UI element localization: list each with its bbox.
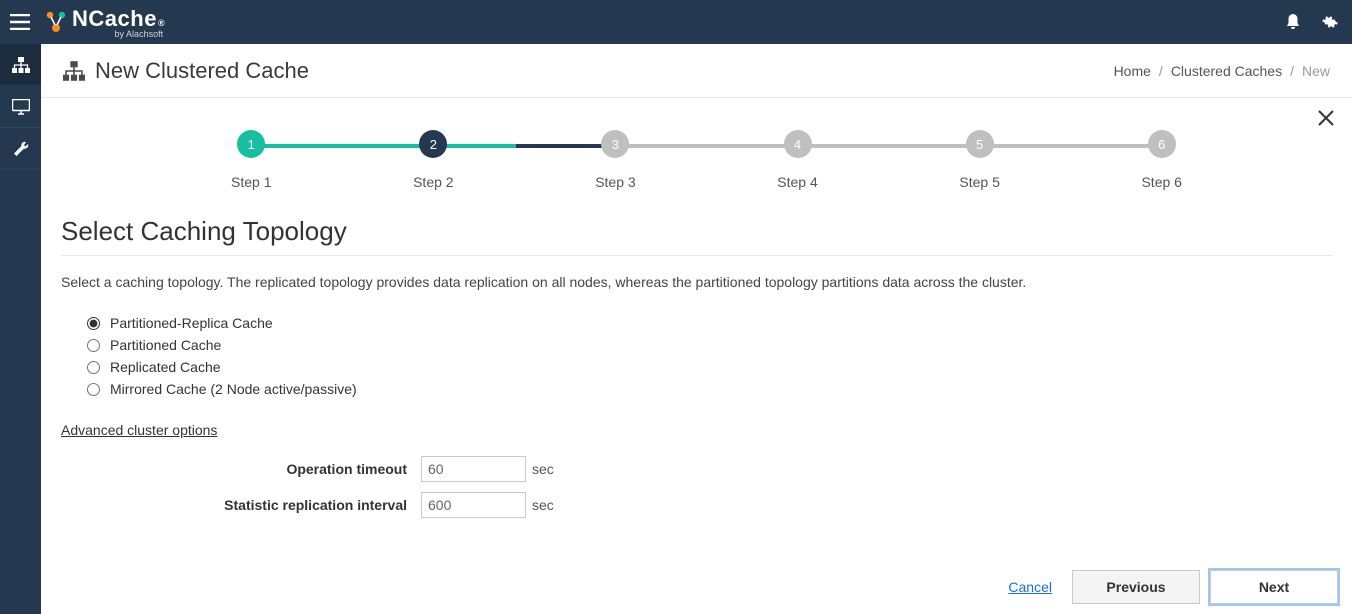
step-label: Step 4 <box>777 174 817 190</box>
step-circle: 3 <box>601 130 629 158</box>
stepper: 1Step 1 2Step 2 3Step 3 4Step 4 5Step 5 … <box>231 130 1182 190</box>
notifications-button[interactable] <box>1282 11 1304 33</box>
advanced-options-link[interactable]: Advanced cluster options <box>61 422 1332 438</box>
breadcrumb-home[interactable]: Home <box>1114 63 1151 79</box>
step-4[interactable]: 4 Step 4 <box>777 130 817 190</box>
advanced-form: Operation timeout sec Statistic replicat… <box>61 456 1332 528</box>
bell-icon <box>1285 13 1301 31</box>
radio-label: Partitioned-Replica Cache <box>110 312 273 334</box>
cluster-icon <box>12 57 30 73</box>
radio-label: Mirrored Cache (2 Node active/passive) <box>110 378 357 400</box>
unit-label: sec <box>532 461 554 477</box>
topology-option-mirrored[interactable]: Mirrored Cache (2 Node active/passive) <box>87 378 1332 400</box>
step-6[interactable]: 6 Step 6 <box>1141 130 1181 190</box>
topology-option-replicated[interactable]: Replicated Cache <box>87 356 1332 378</box>
topology-option-partitioned[interactable]: Partitioned Cache <box>87 334 1332 356</box>
breadcrumb-sep: / <box>1159 63 1163 79</box>
unit-label: sec <box>532 497 554 513</box>
sidebar <box>0 44 41 614</box>
hamburger-icon <box>10 14 30 30</box>
previous-button[interactable]: Previous <box>1072 570 1200 604</box>
sidebar-item-tools[interactable] <box>0 128 41 170</box>
step-connector <box>611 144 1168 148</box>
registered-mark: ® <box>158 18 165 28</box>
page-title-text: New Clustered Cache <box>95 58 309 84</box>
page-header: New Clustered Cache Home / Clustered Cac… <box>41 44 1352 98</box>
radio-input[interactable] <box>87 339 100 352</box>
cluster-icon <box>63 61 85 81</box>
radio-input[interactable] <box>87 317 100 330</box>
step-label: Step 3 <box>595 174 635 190</box>
logo-text-prefix: N <box>72 6 88 32</box>
logo-text-rest: Cache <box>88 6 157 32</box>
stat-interval-input[interactable] <box>421 492 526 518</box>
settings-button[interactable] <box>1318 11 1340 33</box>
step-label: Step 5 <box>959 174 999 190</box>
logo: NCache® by Alachsoft <box>44 6 165 39</box>
sidebar-item-cluster[interactable] <box>0 44 41 86</box>
content: New Clustered Cache Home / Clustered Cac… <box>41 44 1352 614</box>
step-5[interactable]: 5 Step 5 <box>959 130 999 190</box>
radio-input[interactable] <box>87 361 100 374</box>
step-label: Step 1 <box>231 174 271 190</box>
step-circle: 2 <box>419 130 447 158</box>
stat-interval-label: Statistic replication interval <box>61 497 421 513</box>
topology-options: Partitioned-Replica Cache Partitioned Ca… <box>87 312 1332 400</box>
next-button[interactable]: Next <box>1210 570 1338 604</box>
step-circle: 1 <box>237 130 265 158</box>
wizard-area: 1Step 1 2Step 2 3Step 3 4Step 4 5Step 5 … <box>41 98 1352 614</box>
step-circle: 5 <box>966 130 994 158</box>
radio-input[interactable] <box>87 383 100 396</box>
divider <box>61 255 1332 256</box>
step-circle: 6 <box>1148 130 1176 158</box>
sidebar-item-monitor[interactable] <box>0 86 41 128</box>
step-3[interactable]: 3 Step 3 <box>595 130 635 190</box>
wizard-footer: Cancel Previous Next <box>1008 570 1338 604</box>
section-description: Select a caching topology. The replicate… <box>61 274 1332 290</box>
breadcrumb-current: New <box>1302 63 1330 79</box>
operation-timeout-input[interactable] <box>421 456 526 482</box>
topology-option-partitioned-replica[interactable]: Partitioned-Replica Cache <box>87 312 1332 334</box>
step-1[interactable]: 1 Step 1 <box>231 130 271 190</box>
cancel-link[interactable]: Cancel <box>1008 579 1052 595</box>
radio-label: Partitioned Cache <box>110 334 221 356</box>
operation-timeout-label: Operation timeout <box>61 461 421 477</box>
breadcrumb: Home / Clustered Caches / New <box>1114 63 1330 79</box>
breadcrumb-sep: / <box>1290 63 1294 79</box>
step-label: Step 2 <box>413 174 453 190</box>
radio-label: Replicated Cache <box>110 356 221 378</box>
monitor-icon <box>12 99 30 115</box>
step-label: Step 6 <box>1141 174 1181 190</box>
wrench-icon <box>12 140 30 158</box>
logo-icon <box>44 10 68 34</box>
menu-toggle[interactable] <box>0 0 40 44</box>
step-2[interactable]: 2 Step 2 <box>413 130 453 190</box>
step-circle: 4 <box>784 130 812 158</box>
topbar: NCache® by Alachsoft <box>0 0 1352 44</box>
gear-icon <box>1320 13 1338 31</box>
breadcrumb-parent[interactable]: Clustered Caches <box>1171 63 1282 79</box>
section-title: Select Caching Topology <box>61 216 1332 247</box>
